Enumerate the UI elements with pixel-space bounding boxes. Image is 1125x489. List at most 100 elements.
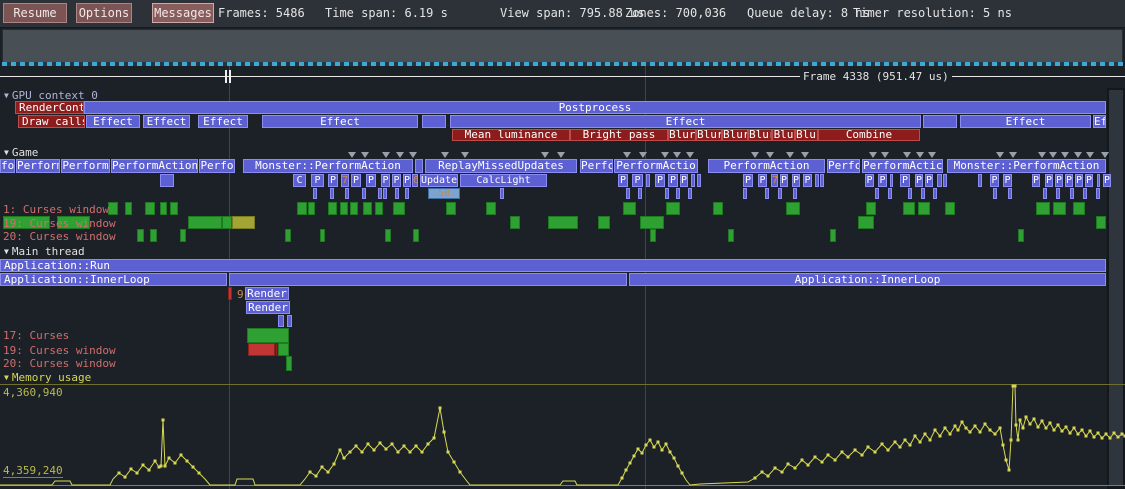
game-zone-child[interactable] [815,174,819,187]
zone-stub[interactable] [1008,188,1012,199]
gpu-zone-effect[interactable]: Ef [1093,115,1106,128]
game-zone-child[interactable]: P [1055,174,1063,187]
lock-event-marker[interactable] [285,229,291,242]
zone-stub[interactable] [933,188,937,199]
lock-event-marker[interactable] [137,229,144,242]
game-zone-child[interactable] [1097,174,1100,187]
game-zone-child[interactable]: P [1032,174,1040,187]
frame-marker-triangle-icon[interactable] [361,152,369,158]
zone-stub[interactable] [888,188,892,199]
gpu-zone-effect[interactable] [923,115,957,128]
game-zone-child[interactable]: P [758,174,767,187]
zone-stub[interactable] [1096,188,1100,199]
frame-marker-triangle-icon[interactable] [441,152,449,158]
game-zone-child[interactable]: P [1103,174,1111,187]
lock-event-marker[interactable] [232,216,255,229]
frame-marker-triangle-icon[interactable] [786,152,794,158]
game-zone-child[interactable]: P [632,174,643,187]
gpu-zone-mean-luminance[interactable]: Mean luminance [452,129,570,141]
zone-stub[interactable] [993,188,997,199]
game-zone-child[interactable]: P [865,174,874,187]
frame-marker-triangle-icon[interactable] [1061,152,1069,158]
lock-event-marker[interactable] [375,202,383,215]
lock-event-marker[interactable] [145,202,155,215]
zone-application-innerloop[interactable]: Application::InnerLoop [0,273,227,286]
lock-event-marker[interactable] [666,202,680,215]
zone-stub[interactable] [405,188,409,199]
zone-stub[interactable] [345,188,349,199]
lock-event-marker[interactable] [510,216,520,229]
gpu-zone-bright-pass[interactable]: Bright pass [570,129,668,141]
game-zone-child[interactable]: P [780,174,788,187]
game-zone[interactable]: PerformActio [614,159,698,173]
zone-stub[interactable] [688,188,692,199]
game-zone[interactable] [415,159,423,173]
lock-event-marker[interactable] [170,202,178,215]
game-zone-child[interactable]: P [743,174,753,187]
lock-event-marker[interactable] [446,202,456,215]
lock-event-bar[interactable] [286,356,292,371]
collapsed-zone-count[interactable]: 50 [428,188,460,199]
frame-marker-triangle-icon[interactable] [623,152,631,158]
frame-marker-triangle-icon[interactable] [869,152,877,158]
game-zone-child[interactable]: P [792,174,800,187]
zone-stub[interactable] [1070,188,1074,199]
zone-stub[interactable] [1056,188,1060,199]
game-zone-child[interactable]: P [655,174,665,187]
zone-stub[interactable] [908,188,912,199]
lock-event-marker[interactable] [320,229,325,242]
pause-marker-icon[interactable] [229,70,231,83]
game-zone[interactable]: Monster::PerformAction [243,159,413,173]
game-zone-child[interactable] [697,174,701,187]
frame-marker-triangle-icon[interactable] [751,152,759,158]
options-button[interactable]: Options [76,3,132,23]
lock-event-marker[interactable] [308,202,315,215]
frame-marker-triangle-icon[interactable] [903,152,911,158]
zone-stub[interactable] [330,188,334,199]
frame-marker-triangle-icon[interactable] [1074,152,1082,158]
resume-button[interactable]: Resume [3,3,67,23]
frame-marker-triangle-icon[interactable] [639,152,647,158]
lock-event-marker[interactable] [328,202,337,215]
frame-marker-triangle-icon[interactable] [557,152,565,158]
game-zone-child[interactable]: P [900,174,910,187]
lock-event-marker[interactable] [713,202,723,215]
game-zone[interactable]: Perform [61,159,110,173]
frame-marker-triangle-icon[interactable] [916,152,924,158]
zone-red-sliver[interactable] [228,287,232,300]
game-zone-child[interactable]: P [1045,174,1053,187]
lock-event-marker[interactable] [945,202,955,215]
gpu-zone-blur[interactable]: Blur [668,129,696,141]
frame-marker-triangle-icon[interactable] [1086,152,1094,158]
zone-stub[interactable] [287,315,292,327]
frame-marker-triangle-icon[interactable] [928,152,936,158]
lock-event-marker[interactable] [385,229,391,242]
lock-event-bar[interactable] [247,328,289,343]
zone-stub[interactable] [793,188,797,199]
game-zone-child[interactable] [646,174,650,187]
lock-event-marker[interactable] [486,202,496,215]
zone-render[interactable]: Render [245,287,289,300]
game-zone-child[interactable]: P [915,174,923,187]
game-zone[interactable]: PerformActic [862,159,943,173]
collapse-triangle-icon[interactable]: ▼ [4,247,9,256]
zone-stub[interactable] [676,188,680,199]
zone-stub[interactable] [1083,188,1087,199]
zone-stub[interactable] [278,315,284,327]
zone-stub[interactable] [362,188,366,199]
game-zone[interactable]: PerformAction [708,159,825,173]
game-zone-child[interactable] [890,174,893,187]
lock-event-marker[interactable] [918,202,930,215]
zone-stub[interactable] [1043,188,1047,199]
frame-marker-triangle-icon[interactable] [661,152,669,158]
lock-event-marker[interactable] [858,216,874,229]
lock-event-marker[interactable] [903,202,915,215]
lock-event-marker[interactable] [188,216,222,229]
game-zone-child[interactable]: P [366,174,376,187]
lock-event-marker[interactable] [1073,202,1085,215]
zone-render[interactable]: Render [246,301,290,314]
game-zone[interactable]: Monster::PerformAction [947,159,1106,173]
game-zone-child[interactable]: 6 [412,174,418,187]
zone-stub[interactable] [395,188,399,199]
zone-stub[interactable] [665,188,669,199]
